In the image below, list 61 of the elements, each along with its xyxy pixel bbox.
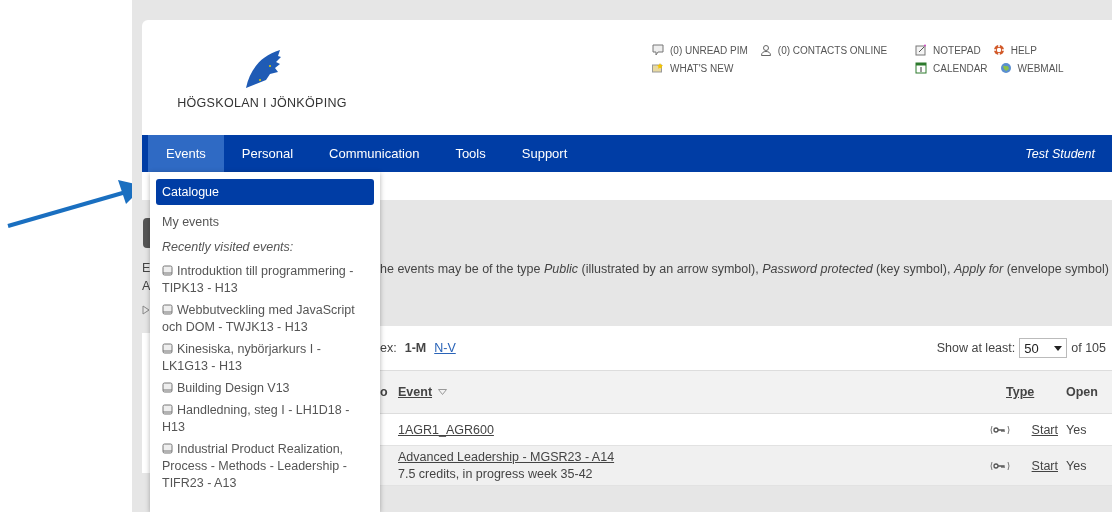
key-icon	[990, 460, 1010, 471]
total-count: of 105	[1071, 341, 1106, 355]
calendar-icon	[915, 62, 928, 74]
event-details: 7.5 credits, in progress week 35-42	[398, 467, 594, 481]
header-link[interactable]: (0) CONTACTS ONLINE	[759, 44, 888, 56]
header-link[interactable]: WHAT'S NEW	[652, 62, 734, 74]
column-header[interactable]: Event	[398, 385, 1006, 399]
menu-item[interactable]: Catalogue	[156, 179, 374, 205]
logo-text: HÖGSKOLAN I JÖNKÖPING	[177, 96, 347, 110]
caret-icon	[1054, 345, 1063, 351]
event-link[interactable]: Advanced Leadership - MGSR23 - A14	[398, 450, 615, 464]
nav-tab[interactable]: Communication	[311, 135, 438, 172]
header-link[interactable]: WEBMAIL	[999, 62, 1064, 74]
column-header: Open	[1066, 385, 1099, 399]
description-text: E	[142, 260, 150, 277]
description-text: he events may be of the type Public (illustrated by an arrow symbol), Password protected (key symbol), Apply for (envelope symbol)	[380, 261, 1110, 278]
header-link[interactable]: CALENDAR	[915, 62, 988, 74]
key-icon	[990, 424, 1010, 435]
speech-bubble-icon	[652, 44, 664, 56]
globe-icon	[999, 62, 1012, 74]
description-text: A	[142, 278, 150, 295]
count-select[interactable]: 50	[1019, 338, 1068, 358]
triangle-icon	[142, 305, 150, 315]
column-header[interactable]: Type	[1006, 385, 1066, 399]
page-icon	[142, 218, 150, 248]
menu-item[interactable]: Webbutveckling med JavaScript och DOM - TWJK13 - H13	[156, 300, 374, 339]
nav-tab[interactable]: Support	[503, 135, 586, 172]
nav-tab[interactable]: Events	[148, 135, 224, 172]
start-link[interactable]: Start	[1031, 458, 1058, 473]
menu-heading: Recently visited events:	[161, 239, 295, 256]
menu-item[interactable]: Kinesiska, nybörjarkurs I - LK1G13 - H13	[156, 339, 374, 378]
menu-item[interactable]: Building Design V13	[156, 378, 374, 400]
lifebuoy-icon	[992, 44, 1005, 56]
book-icon	[162, 343, 173, 354]
nav-tab[interactable]: Tools	[437, 135, 504, 172]
show-at-least-label: Show at least:	[936, 341, 1016, 355]
person-icon	[759, 44, 772, 56]
nav-tab[interactable]: Personal	[223, 135, 312, 172]
book-icon	[162, 443, 173, 454]
start-link[interactable]: Start	[1031, 422, 1058, 437]
menu-item[interactable]: Introduktion till programmering - TIPK13 - H13	[156, 261, 374, 300]
sort-icon	[438, 389, 448, 395]
menu-item[interactable]: My events	[156, 209, 374, 235]
event-link[interactable]: 1AGR1_AGR600	[398, 422, 494, 437]
index-link[interactable]: 1-M	[404, 341, 427, 355]
header-link[interactable]: (0) UNREAD PIM	[652, 44, 748, 56]
menu-item[interactable]: Handledning, steg I - LH1D18 - H13	[156, 400, 374, 439]
column-header: o	[380, 385, 389, 399]
user-name[interactable]: Test Student	[1025, 146, 1095, 161]
book-icon	[162, 382, 173, 393]
index-link[interactable]: N-V	[434, 341, 456, 355]
open-status: Yes	[1066, 458, 1088, 473]
header-link[interactable]: NOTEPAD	[915, 44, 981, 56]
index-label: ex:	[380, 341, 397, 355]
open-status: Yes	[1066, 422, 1088, 437]
book-icon	[162, 265, 173, 276]
notepad-icon	[915, 44, 928, 56]
book-icon	[162, 304, 173, 315]
book-icon	[162, 404, 173, 415]
header-link[interactable]: HELP	[992, 44, 1037, 56]
menu-item[interactable]: Industrial Product Realization, Process - Methods - Leadership - TIFR23 - A13	[156, 439, 374, 495]
